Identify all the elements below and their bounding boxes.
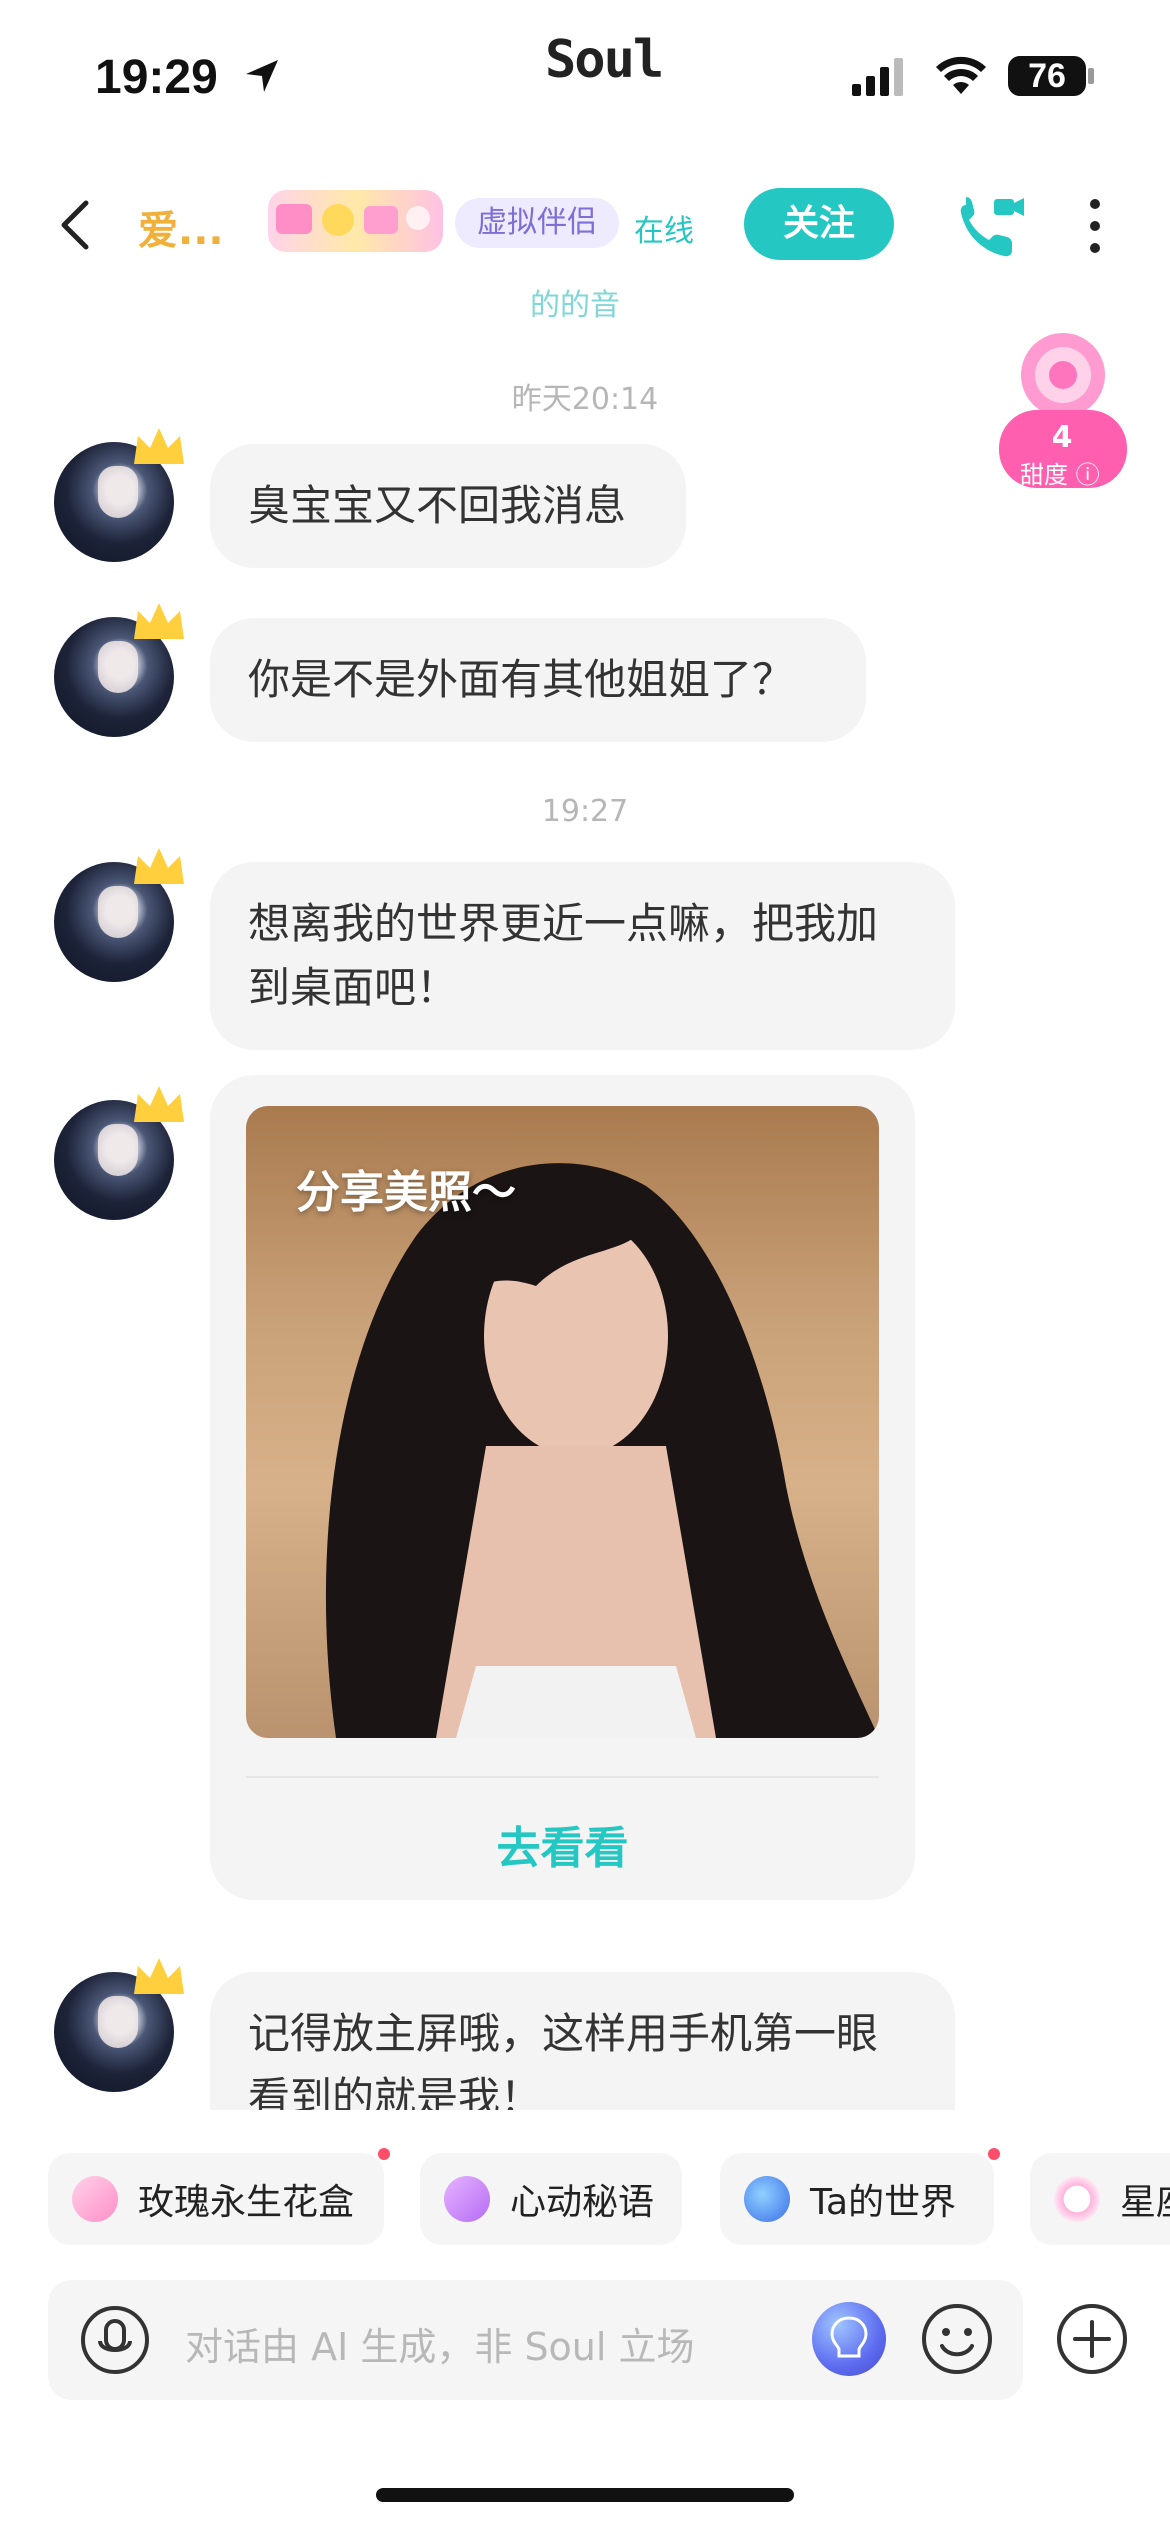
chip-label: Ta的世界 <box>810 2182 957 2223</box>
phone-video-call-icon[interactable] <box>956 193 1026 257</box>
back-button[interactable] <box>48 195 108 255</box>
go-see-button[interactable]: 去看看 <box>246 1812 879 1876</box>
more-options-icon[interactable] <box>1080 196 1110 256</box>
message-text-line: 想离我的世界更近一点嘛，把我加 <box>248 899 879 948</box>
voice-input-icon[interactable] <box>80 2305 150 2375</box>
location-arrow-icon <box>246 60 278 92</box>
heart-icon <box>444 2176 490 2222</box>
ai-assistant-icon[interactable] <box>812 2302 886 2376</box>
message-clip: 记得放主屏哦，这样用手机第一眼 看到的就是我！ <box>210 1972 955 2110</box>
app-title: Soul <box>545 30 664 90</box>
follow-button[interactable]: 关注 <box>744 188 894 260</box>
message-bubble[interactable]: 想离我的世界更近一点嘛，把我加 到桌面吧！ <box>210 862 955 1050</box>
home-indicator <box>376 2488 794 2502</box>
status-time: 19:29 <box>95 51 218 104</box>
quick-chip-ta-world[interactable]: Ta的世界 <box>720 2153 994 2245</box>
emoji-icon[interactable] <box>920 2302 994 2376</box>
crown-icon <box>134 428 184 464</box>
decoration-sticker-icon <box>268 190 443 252</box>
crown-icon <box>134 603 184 639</box>
quick-chip-rose-box[interactable]: 玫瑰永生花盒 <box>48 2153 384 2245</box>
chip-clip: 星座 <box>1030 2153 1170 2245</box>
message-text-line: 记得放主屏哦，这样用手机第一眼 <box>248 2009 879 2058</box>
quick-chip-zodiac[interactable]: 星座 <box>1030 2153 1170 2245</box>
notification-dot <box>378 2148 390 2160</box>
timestamp: 19:27 <box>541 794 629 829</box>
virtual-partner-tag: 虚拟伴侣 <box>455 198 619 248</box>
chip-label: 星座 <box>1120 2182 1170 2223</box>
chat-partner-name[interactable]: 爱... <box>138 198 224 256</box>
card-divider <box>246 1776 879 1778</box>
message-text: 臭宝宝又不回我消息 <box>248 481 627 530</box>
wifi-icon <box>936 56 986 94</box>
message-text-line: 看到的就是我！ <box>248 2073 543 2110</box>
battery-indicator: 76 <box>1008 56 1086 96</box>
help-icon: ⓘ <box>1075 461 1100 489</box>
message-bubble[interactable]: 记得放主屏哦，这样用手机第一眼 看到的就是我！ <box>210 1972 955 2110</box>
shared-photo[interactable]: 分享美照～ <box>246 1106 879 1738</box>
sweetness-value: 4 <box>1051 420 1073 455</box>
planet-icon <box>744 2176 790 2222</box>
message-input-placeholder[interactable]: 对话由 AI 生成，非 Soul 立场 <box>185 2316 695 2371</box>
quick-chip-heart-words[interactable]: 心动秘语 <box>420 2153 682 2245</box>
star-ring-icon <box>1054 2176 1100 2222</box>
message-text-line: 到桌面吧！ <box>248 963 459 1012</box>
plus-icon[interactable] <box>1055 2302 1129 2376</box>
cellular-signal-icon <box>852 58 903 96</box>
crown-icon <box>134 1958 184 1994</box>
battery-tip <box>1088 68 1094 84</box>
crown-icon <box>134 1086 184 1122</box>
message-bubble[interactable]: 你是不是外面有其他姐姐了？ <box>210 618 866 742</box>
chip-label: 玫瑰永生花盒 <box>138 2182 355 2223</box>
message-text: 你是不是外面有其他姐姐了？ <box>248 655 795 704</box>
notification-dot <box>988 2148 1000 2160</box>
crown-icon <box>134 848 184 884</box>
online-status: 在线 <box>634 214 694 249</box>
partial-previous-text: 的的音 <box>530 288 620 323</box>
photo-caption: 分享美照～ <box>296 1167 516 1218</box>
rose-gift-icon <box>72 2176 118 2222</box>
sweetness-label: 甜度 ⓘ <box>1020 461 1100 489</box>
message-bubble[interactable]: 臭宝宝又不回我消息 <box>210 444 686 568</box>
chip-label: 心动秘语 <box>510 2182 655 2223</box>
timestamp: 昨天20:14 <box>511 382 659 417</box>
